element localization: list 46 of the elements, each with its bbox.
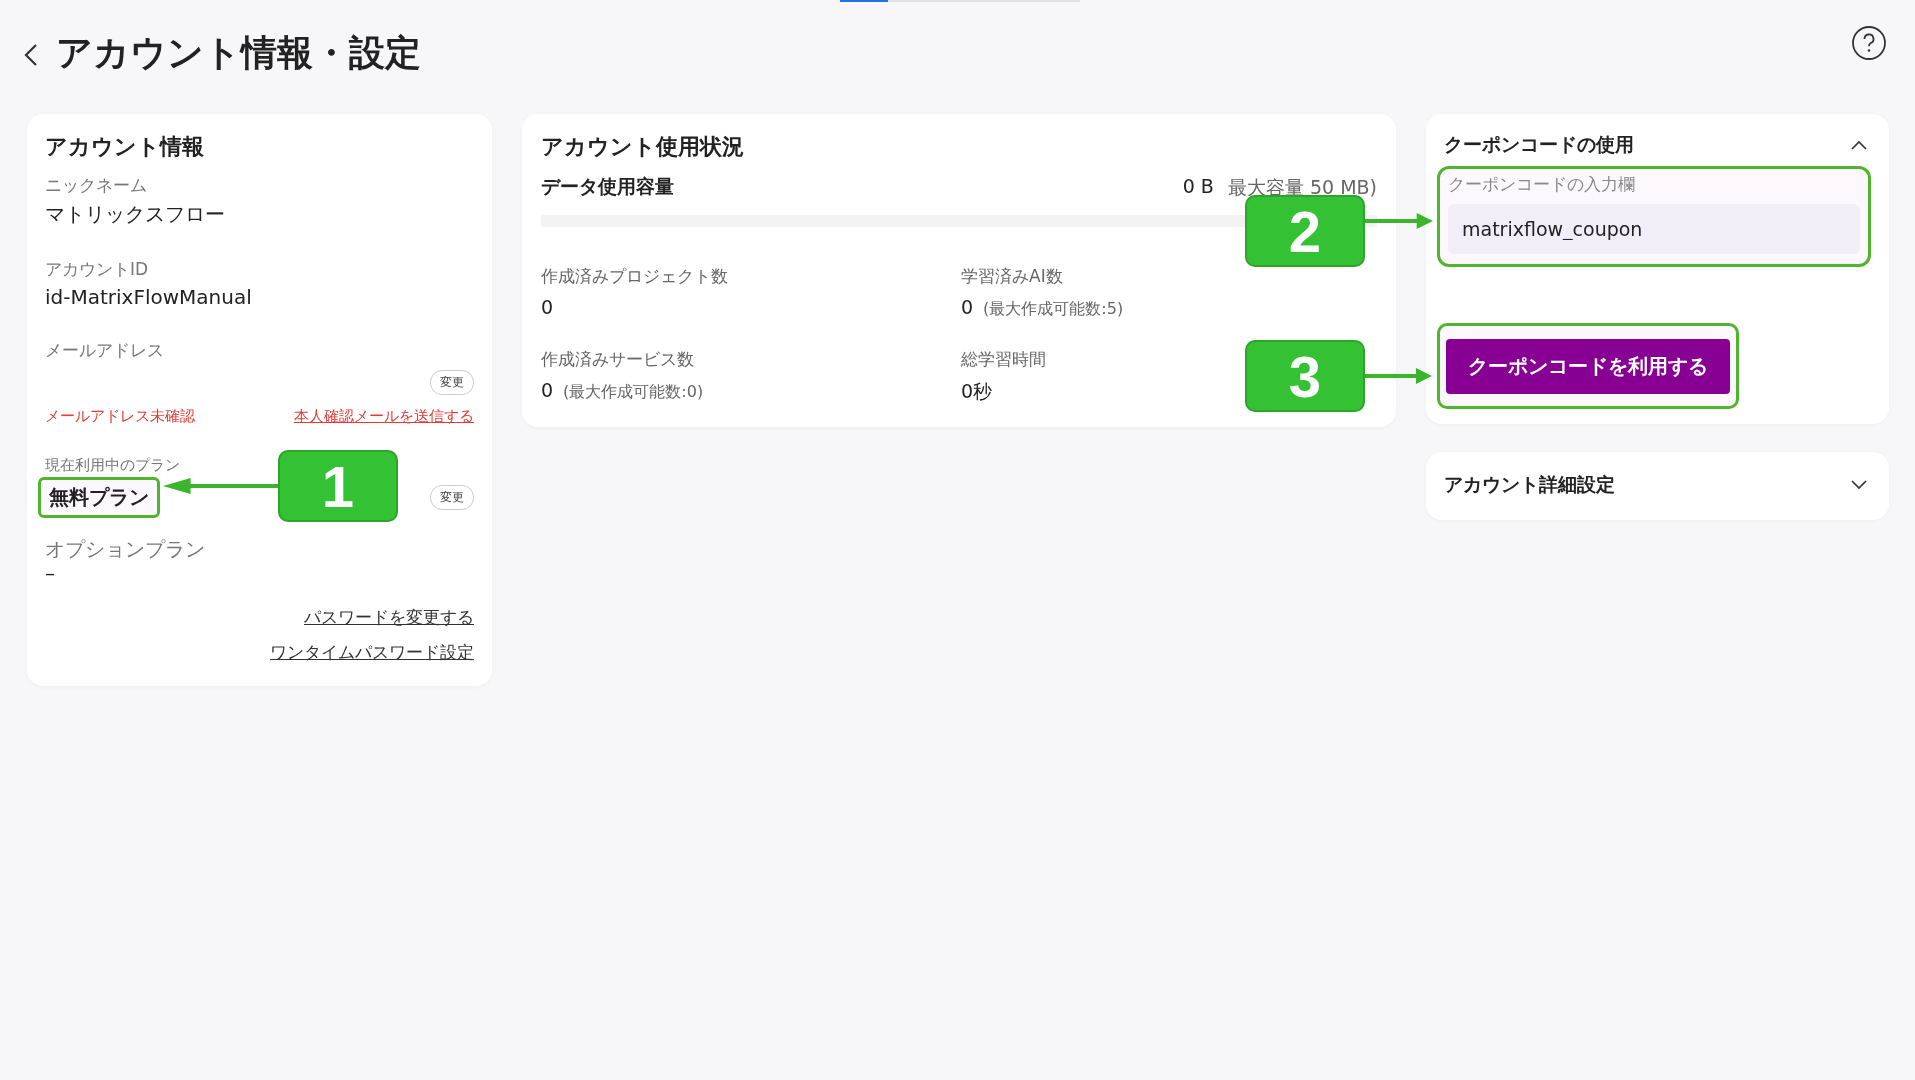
- section-title: クーポンコードの使用: [1444, 132, 1634, 157]
- stat-value: 0秒: [961, 379, 993, 404]
- settings-link[interactable]: パスワードを変更する: [304, 606, 474, 629]
- arrow: [1365, 366, 1432, 386]
- data-used: 0 B: [1182, 175, 1214, 199]
- plan-value: 無料プラン: [38, 477, 160, 518]
- callout-badge: 2: [1245, 195, 1365, 267]
- field-label: クーポンコードの入力欄: [1448, 173, 1636, 196]
- tab-indicator: [840, 0, 888, 2]
- advanced-settings-card[interactable]: アカウント詳細設定: [1426, 452, 1889, 520]
- card-title: アカウント使用状況: [541, 133, 745, 161]
- change-button[interactable]: 変更: [430, 485, 474, 510]
- settings-link[interactable]: ワンタイムパスワード設定: [270, 641, 474, 664]
- chevron-icon[interactable]: [1851, 480, 1867, 490]
- stat-label: 作成済みサービス数: [541, 348, 695, 371]
- stat-note: (最大作成可能数:5): [983, 299, 1124, 320]
- stat-label: 学習済みAI数: [961, 265, 1064, 288]
- stat-note: (最大作成可能数:0): [563, 382, 704, 403]
- email-status: メールアドレス未確認: [45, 407, 195, 426]
- field-label: ニックネーム: [45, 174, 148, 197]
- stat-label: 総学習時間: [961, 348, 1047, 371]
- stat-value: 0: [541, 379, 554, 401]
- field-value: マトリックスフロー: [45, 201, 226, 228]
- arrow: [1365, 211, 1433, 231]
- field-value: –: [45, 563, 56, 583]
- callout-badge: 1: [278, 450, 398, 522]
- field-value: id-MatrixFlowManual: [45, 285, 253, 309]
- chevron-icon[interactable]: [1851, 140, 1867, 150]
- field-label: オプションプラン: [45, 536, 206, 563]
- help-icon[interactable]: [1851, 25, 1887, 61]
- field-label: アカウントID: [45, 258, 150, 281]
- data-usage-label: データ使用容量: [541, 174, 674, 199]
- field-label: 現在利用中のプラン: [45, 456, 181, 475]
- page-title: アカウント情報・設定: [56, 30, 422, 75]
- change-button[interactable]: 変更: [430, 370, 474, 395]
- callout-badge: 3: [1245, 340, 1365, 412]
- verify-email-link[interactable]: 本人確認メールを送信する: [294, 407, 474, 426]
- card-title: アカウント情報: [45, 133, 205, 161]
- stat-label: 作成済みプロジェクト数: [541, 265, 729, 288]
- section-title: アカウント詳細設定: [1444, 472, 1615, 497]
- field-label: メールアドレス: [45, 339, 165, 362]
- stat-value: 0: [541, 296, 554, 318]
- apply-coupon-button[interactable]: クーポンコードを利用する: [1446, 339, 1730, 394]
- stat-value: 0: [961, 296, 974, 318]
- coupon-input[interactable]: matrixflow_coupon: [1448, 204, 1860, 254]
- back-icon[interactable]: [24, 43, 38, 67]
